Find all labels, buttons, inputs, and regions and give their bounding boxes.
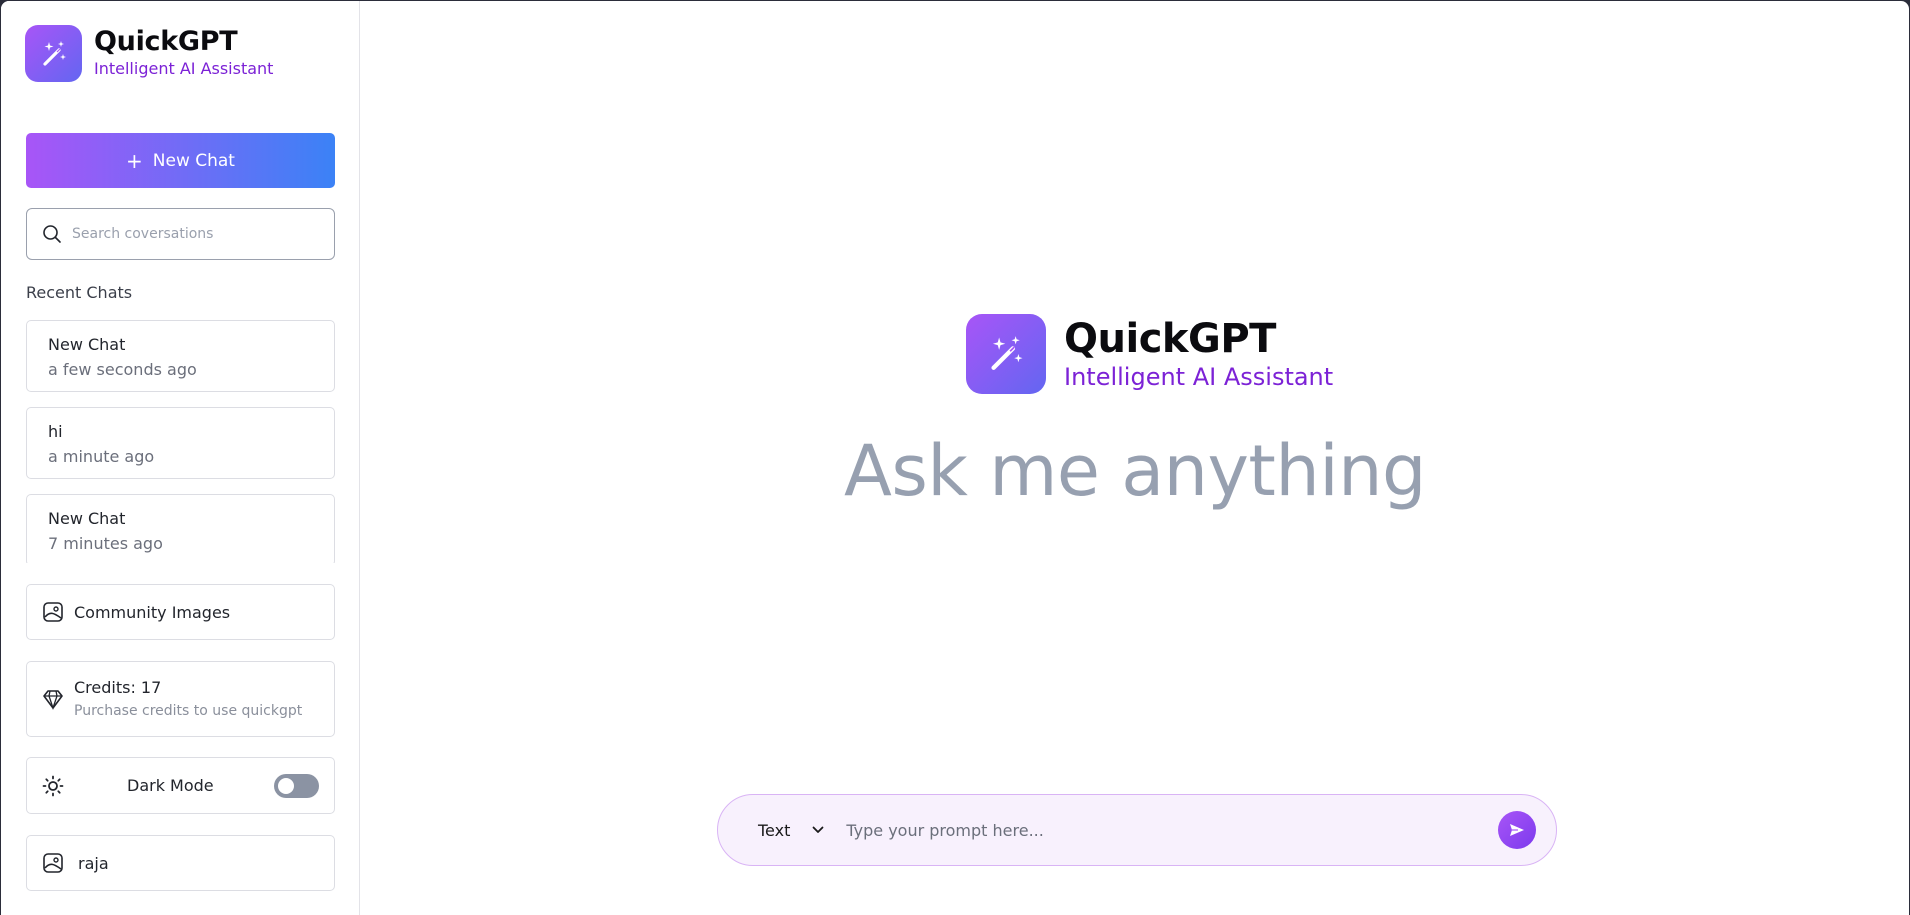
list-item[interactable]: New Chat a few seconds ago [26, 320, 335, 392]
hero-subtitle: Intelligent AI Assistant [1064, 362, 1334, 391]
user-profile-button[interactable]: raja [26, 835, 335, 891]
send-icon [1508, 821, 1526, 839]
chat-time: a minute ago [48, 447, 155, 466]
app-title: QuickGPT [94, 26, 238, 57]
image-icon [42, 601, 64, 623]
sidebar-brand: QuickGPT Intelligent AI Assistant [25, 25, 273, 82]
sun-icon [42, 775, 64, 797]
credits-card[interactable]: Credits: 17 Purchase credits to use quic… [26, 661, 335, 737]
dark-mode-toggle[interactable] [274, 774, 319, 798]
list-item[interactable]: New Chat 7 minutes ago [26, 494, 335, 563]
new-chat-button[interactable]: + New Chat [26, 133, 335, 188]
chat-title: New Chat [48, 335, 126, 354]
app-window: QuickGPT Intelligent AI Assistant + New … [1, 1, 1909, 915]
recent-chats-list: New Chat a few seconds ago hi a minute a… [26, 320, 335, 563]
plus-icon: + [126, 148, 143, 173]
search-box [26, 208, 335, 260]
credits-hint: Purchase credits to use quickgpt [74, 703, 303, 719]
main-panel: QuickGPT Intelligent AI Assistant Ask me… [361, 1, 1909, 915]
prompt-bar: Text [717, 794, 1557, 866]
sidebar: QuickGPT Intelligent AI Assistant + New … [1, 1, 360, 915]
send-button[interactable] [1498, 811, 1536, 849]
mode-value: Text [758, 820, 791, 840]
magic-wand-icon [966, 314, 1046, 394]
diamond-icon [42, 688, 64, 710]
list-item[interactable]: hi a minute ago [26, 407, 335, 479]
hero-brand: QuickGPT Intelligent AI Assistant [966, 314, 1333, 394]
search-input[interactable] [72, 226, 312, 242]
chevron-down-icon [812, 826, 824, 834]
community-images-label: Community Images [74, 602, 231, 622]
hero-title: QuickGPT [1064, 315, 1276, 362]
toggle-knob [278, 778, 294, 794]
chat-title: hi [48, 422, 63, 441]
community-images-button[interactable]: Community Images [26, 584, 335, 640]
chat-title: New Chat [48, 509, 126, 528]
magic-wand-icon [25, 25, 82, 82]
chat-time: 7 minutes ago [48, 534, 163, 553]
prompt-input[interactable] [846, 820, 1467, 840]
dark-mode-row: Dark Mode [26, 757, 335, 814]
dark-mode-label: Dark Mode [127, 776, 214, 795]
chat-time: a few seconds ago [48, 360, 197, 379]
app-subtitle: Intelligent AI Assistant [94, 59, 274, 78]
new-chat-label: New Chat [152, 150, 235, 171]
recent-chats-heading: Recent Chats [26, 283, 133, 302]
headline: Ask me anything [844, 430, 1426, 512]
search-icon [42, 224, 62, 244]
mode-select[interactable]: Text [758, 821, 824, 840]
user-avatar-icon [42, 852, 64, 874]
credits-count: Credits: 17 [74, 678, 162, 697]
user-name: raja [78, 853, 109, 873]
